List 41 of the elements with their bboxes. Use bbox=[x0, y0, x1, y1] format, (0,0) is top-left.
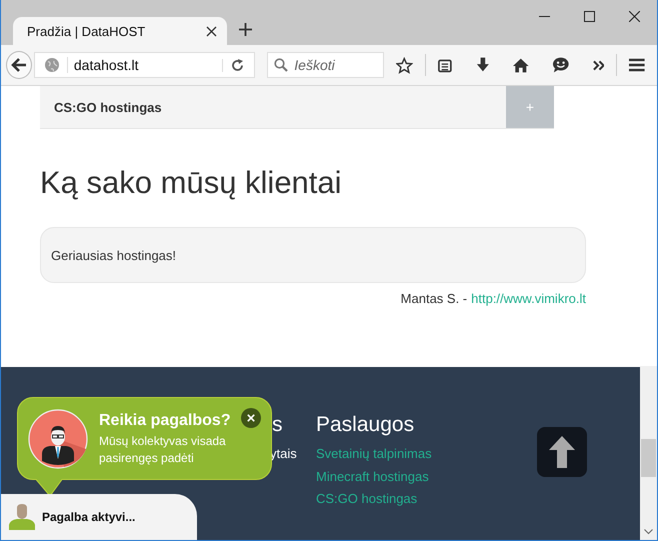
search-field[interactable]: Ieškoti bbox=[267, 52, 384, 78]
address-bar[interactable]: datahost.lt bbox=[34, 52, 256, 78]
maximize-icon[interactable] bbox=[584, 11, 595, 22]
scrollbar[interactable] bbox=[640, 366, 657, 540]
plus-icon[interactable] bbox=[239, 23, 252, 36]
footer-heading: Paslaugos bbox=[316, 412, 416, 438]
back-icon bbox=[10, 58, 27, 72]
testimonial-text: Geriausias hostingas! bbox=[51, 248, 176, 262]
accordion-header[interactable]: CS:GO hostingas + bbox=[40, 86, 554, 129]
chat-bar[interactable]: Pagalba aktyvi... bbox=[1, 494, 197, 540]
footer-link[interactable]: CS:GO hostingas bbox=[316, 488, 516, 510]
home-icon[interactable] bbox=[513, 58, 529, 72]
avatar-drawing bbox=[28, 408, 88, 468]
section-heading: Ką sako mūsų klientai bbox=[40, 164, 343, 202]
smiley-icon[interactable] bbox=[552, 57, 569, 73]
popup-title: Reikia pagalbos? bbox=[99, 410, 232, 430]
scrollbar-thumb[interactable] bbox=[641, 439, 656, 477]
footer-heading: s bbox=[272, 412, 282, 438]
scroll-top-button[interactable] bbox=[537, 427, 587, 477]
close-button[interactable]: × bbox=[241, 408, 261, 428]
browser-tab[interactable]: Pradžia | DataHOST bbox=[13, 17, 227, 45]
star-icon[interactable] bbox=[396, 56, 413, 74]
close-icon[interactable] bbox=[206, 26, 217, 36]
person-icon bbox=[9, 504, 35, 530]
footer-link[interactable]: Svetainių talpinimas bbox=[316, 443, 516, 466]
tab-title: Pradžia | DataHOST bbox=[27, 24, 146, 38]
back-button[interactable] bbox=[6, 51, 32, 79]
popup-message: Mūsų kolektyvas visada pasirengęs padėti bbox=[99, 432, 227, 466]
url-text: datahost.lt bbox=[66, 57, 214, 73]
close-icon[interactable] bbox=[629, 11, 640, 22]
overflow-icon[interactable] bbox=[592, 60, 604, 70]
footer-link[interactable]: Minecraft hostingas bbox=[316, 466, 516, 488]
menu-icon[interactable] bbox=[629, 58, 645, 72]
chevron-down-icon[interactable] bbox=[644, 529, 653, 535]
arrow-up-icon bbox=[549, 436, 575, 468]
testimonial-author: Mantas S. - bbox=[400, 291, 468, 306]
reading-list-icon[interactable] bbox=[438, 58, 452, 72]
globe-icon bbox=[44, 58, 59, 72]
download-icon[interactable] bbox=[476, 57, 490, 73]
accordion-title: CS:GO hostingas bbox=[53, 100, 163, 114]
chat-status: Pagalba aktyvi... bbox=[42, 510, 136, 524]
